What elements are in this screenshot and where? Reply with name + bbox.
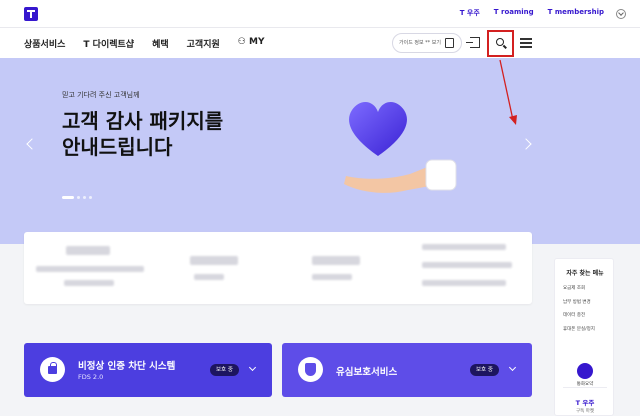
util-link-t-membership[interactable]: T membership [548,8,604,18]
status-badge: 보호 중 [470,364,499,376]
blurred-text [36,266,144,272]
nav-item-products[interactable]: 상품서비스 [24,37,65,50]
chevron-down-icon[interactable] [508,363,517,372]
search-icon [496,38,504,46]
heart-hand-illustration [344,101,457,193]
lock-icon [48,362,57,374]
fds-card[interactable]: 비정상 인증 차단 시스템 FDS 2.0 보호 중 [24,343,272,397]
login-icon[interactable] [466,37,480,48]
quick-menu-item[interactable]: 휴대폰 분실/정지 [563,326,595,332]
account-summary-strip[interactable] [24,232,532,304]
cart-icon [445,38,454,48]
hero-next-arrow-icon[interactable] [520,138,532,150]
nav-item-support[interactable]: 고객지원 [187,37,220,50]
hamburger-menu-icon[interactable] [520,38,532,48]
usim-protect-card[interactable]: 유심보호서비스 보호 중 [282,343,532,397]
shield-icon [305,363,316,376]
hero-prev-arrow-icon[interactable] [26,138,38,150]
nav-item-my[interactable]: ⚇ MY [238,37,265,50]
fds-card-title: 비정상 인증 차단 시스템 [78,361,176,372]
guide-pill-button[interactable]: 가이드 정보 ** 보기 [392,33,462,53]
hero-title: 고객 감사 패키지를 안내드립니다 [62,109,224,159]
blurred-text [190,256,238,265]
quick-menu-item[interactable]: 납부 방법 변경 [563,299,595,305]
chevron-down-icon[interactable] [248,363,257,372]
t-logo-icon[interactable] [24,7,38,21]
usim-card-title: 유심보호서비스 [336,367,398,378]
nav-menu: 상품서비스 T 다이렉트샵 혜택 고객지원 ⚇ MY [24,37,264,50]
search-button[interactable] [487,30,514,57]
util-link-t-roaming[interactable]: T roaming [494,8,534,18]
call-summary-icon[interactable] [577,363,593,379]
t-universe-link[interactable]: T 우주 [555,397,615,407]
fds-card-subtitle: FDS 2.0 [78,373,104,381]
status-badge: 보호 중 [210,364,239,376]
quick-menu-item[interactable]: 데이터 충전 [563,312,595,318]
util-link-t-universe[interactable]: T 우주 [460,8,480,18]
hero-subtitle: 믿고 기다려 주신 고객님께 [62,91,140,99]
divider [563,387,607,388]
blurred-text [422,244,506,250]
hero-banner[interactable]: 믿고 기다려 주신 고객님께 고객 감사 패키지를 안내드립니다 [0,58,640,244]
t-universe-sub: 구독 마켓 [576,409,594,414]
blurred-text [66,246,110,255]
blurred-text [312,256,360,265]
blurred-text [312,274,352,280]
card-icon [298,357,323,382]
guide-pill-text: 가이드 정보 ** 보기 [399,40,441,46]
quick-menu-panel: 자주 찾는 메뉴 요금제 조회 납부 방법 변경 데이터 충전 휴대폰 분실/정… [554,258,614,416]
hero-pagination[interactable] [62,196,92,199]
card-icon [40,357,65,382]
quick-menu-list: 요금제 조회 납부 방법 변경 데이터 충전 휴대폰 분실/정지 [563,285,595,339]
chevron-down-icon[interactable] [616,9,626,19]
top-utility-bar: T 우주 T roaming T membership [0,0,640,28]
main-navigation: 상품서비스 T 다이렉트샵 혜택 고객지원 ⚇ MY 가이드 정보 ** 보기 [0,28,640,58]
nav-item-benefits[interactable]: 혜택 [152,37,169,50]
quick-menu-item[interactable]: 요금제 조회 [563,285,595,291]
quick-menu-title: 자주 찾는 메뉴 [566,270,604,277]
nav-item-direct-shop[interactable]: T 다이렉트샵 [83,37,134,50]
blurred-text [422,280,506,286]
blurred-text [422,262,512,268]
utility-links: T 우주 T roaming T membership [460,8,604,18]
blurred-text [64,280,114,286]
blurred-text [194,274,224,280]
